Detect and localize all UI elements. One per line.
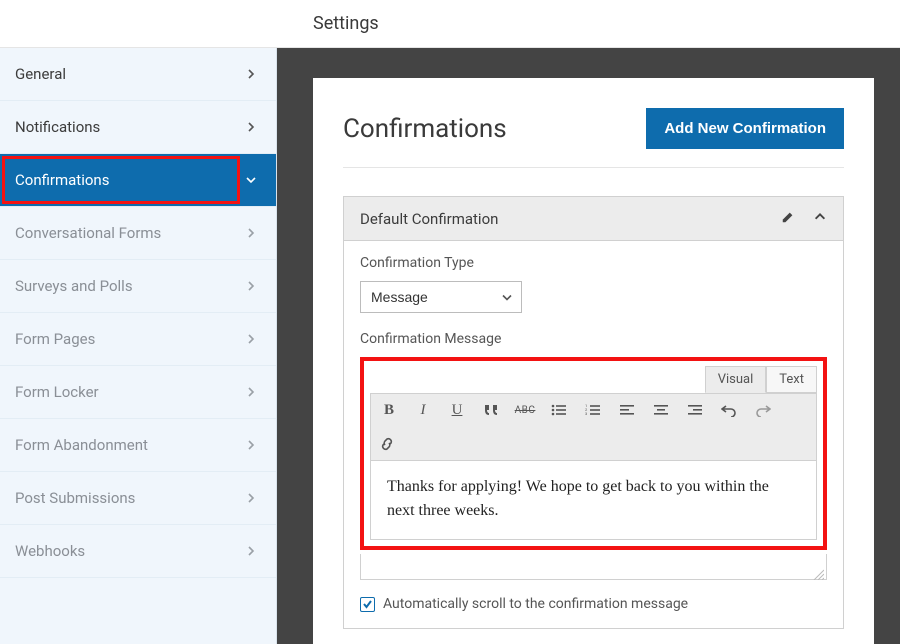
redo-icon[interactable] <box>753 400 773 420</box>
undo-icon[interactable] <box>719 400 739 420</box>
sidebar-item-surveys-polls[interactable]: Surveys and Polls <box>0 260 276 313</box>
sidebar-item-label: Confirmations <box>15 171 109 189</box>
chevron-right-icon <box>246 281 256 291</box>
chevron-right-icon <box>246 122 256 132</box>
chevron-down-icon <box>246 175 256 185</box>
panel-actions <box>781 209 827 228</box>
panel-header: Default Confirmation <box>344 197 843 241</box>
chevron-right-icon <box>246 440 256 450</box>
sidebar-item-form-pages[interactable]: Form Pages <box>0 313 276 366</box>
svg-text:3: 3 <box>585 411 587 416</box>
bold-icon[interactable]: B <box>379 400 399 420</box>
message-label: Confirmation Message <box>360 331 827 347</box>
chevron-right-icon <box>246 228 256 238</box>
sidebar-item-notifications[interactable]: Notifications <box>0 101 276 154</box>
card-header: Confirmations Add New Confirmation <box>343 108 844 168</box>
sidebar: General Notifications Confirmations Conv… <box>0 48 277 644</box>
sidebar-item-label: Surveys and Polls <box>15 277 133 295</box>
align-center-icon[interactable] <box>651 400 671 420</box>
align-right-icon[interactable] <box>685 400 705 420</box>
main-area: Confirmations Add New Confirmation Defau… <box>277 48 900 644</box>
topbar: Settings <box>0 0 900 48</box>
add-new-confirmation-button[interactable]: Add New Confirmation <box>646 108 844 149</box>
checkbox-label: Automatically scroll to the confirmation… <box>383 596 688 612</box>
chevron-right-icon <box>246 546 256 556</box>
numbered-list-icon[interactable]: 123 <box>583 400 603 420</box>
sidebar-item-label: Webhooks <box>15 542 85 560</box>
sidebar-item-label: Form Locker <box>15 383 99 401</box>
tab-visual[interactable]: Visual <box>705 366 767 393</box>
editor-tabs: Visual Text <box>370 366 817 393</box>
card-title: Confirmations <box>343 114 507 144</box>
sidebar-item-post-submissions[interactable]: Post Submissions <box>0 472 276 525</box>
chevron-up-icon[interactable] <box>813 209 827 228</box>
chevron-right-icon <box>246 334 256 344</box>
sidebar-item-conversational-forms[interactable]: Conversational Forms <box>0 207 276 260</box>
sidebar-item-form-locker[interactable]: Form Locker <box>0 366 276 419</box>
confirmation-panel: Default Confirmation Confirmation Type M… <box>343 196 844 629</box>
sidebar-item-label: Notifications <box>15 118 100 136</box>
sidebar-item-label: Form Abandonment <box>15 436 148 454</box>
confirmation-type-select-wrap: Message <box>360 281 522 313</box>
editor-highlight: Visual Text B I U ABC 123 <box>360 357 827 550</box>
chevron-right-icon <box>246 69 256 79</box>
layout: General Notifications Confirmations Conv… <box>0 48 900 644</box>
editor-content[interactable]: Thanks for applying! We hope to get back… <box>370 461 817 540</box>
link-icon[interactable] <box>379 434 808 454</box>
editor-resize-area <box>360 554 827 580</box>
sidebar-item-label: Post Submissions <box>15 489 135 507</box>
panel-title: Default Confirmation <box>360 210 498 228</box>
chevron-right-icon <box>246 387 256 397</box>
checkbox-checked-icon[interactable] <box>360 597 375 612</box>
chevron-right-icon <box>246 493 256 503</box>
italic-icon[interactable]: I <box>413 400 433 420</box>
sidebar-item-label: General <box>15 65 66 83</box>
blockquote-icon[interactable] <box>481 400 501 420</box>
sidebar-item-webhooks[interactable]: Webhooks <box>0 525 276 578</box>
bullet-list-icon[interactable] <box>549 400 569 420</box>
page-title: Settings <box>313 13 379 34</box>
confirmation-type-select[interactable]: Message <box>360 281 522 313</box>
sidebar-item-confirmations[interactable]: Confirmations <box>0 154 276 207</box>
align-left-icon[interactable] <box>617 400 637 420</box>
type-label: Confirmation Type <box>360 255 827 271</box>
panel-body: Confirmation Type Message Confirmation M… <box>344 241 843 628</box>
sidebar-item-form-abandonment[interactable]: Form Abandonment <box>0 419 276 472</box>
sidebar-item-label: Form Pages <box>15 330 95 348</box>
resize-handle-icon[interactable] <box>812 565 824 577</box>
confirmations-card: Confirmations Add New Confirmation Defau… <box>313 78 874 644</box>
underline-icon[interactable]: U <box>447 400 467 420</box>
tab-text[interactable]: Text <box>766 366 817 393</box>
editor-toolbar: B I U ABC 123 <box>370 393 817 461</box>
edit-icon[interactable] <box>781 209 795 228</box>
sidebar-item-general[interactable]: General <box>0 48 276 101</box>
strikethrough-icon[interactable]: ABC <box>515 400 535 420</box>
sidebar-item-label: Conversational Forms <box>15 224 161 242</box>
auto-scroll-checkbox-row[interactable]: Automatically scroll to the confirmation… <box>360 596 827 612</box>
